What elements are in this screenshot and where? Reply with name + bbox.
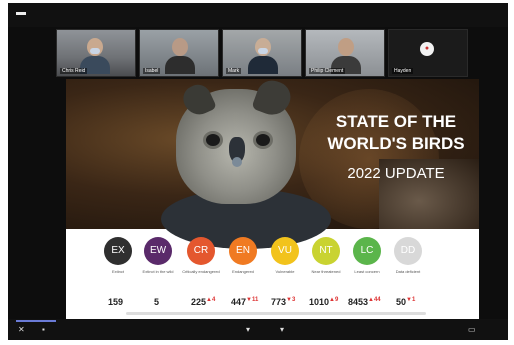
participant-tile[interactable]: Chris Reid — [56, 29, 136, 77]
slide-footnote — [126, 312, 426, 315]
category-nt: NT — [312, 237, 340, 265]
participant-name: Hayden — [392, 68, 414, 74]
category-label: Extinct in the wild — [142, 269, 174, 274]
top-bar — [8, 3, 508, 27]
participant-tile[interactable]: Isabel — [139, 29, 219, 77]
bottom-bar: ✕ ▪ ▾ ▾ ▭ — [8, 319, 508, 340]
category-en: EN — [229, 237, 257, 265]
participant-tile[interactable]: Mark — [222, 29, 302, 77]
participant-name: Isabel — [143, 68, 161, 74]
category-label: Endangered — [232, 269, 254, 274]
harpy-eagle-photo: STATE OF THE WORLD'S BIRDS 2022 UPDATE — [66, 79, 479, 249]
category-label: Data deficient — [395, 269, 421, 274]
title-line-2: WORLD'S BIRDS — [327, 134, 465, 153]
category-label: Extinct — [111, 269, 124, 274]
count-ew: 5 — [154, 297, 160, 307]
count-en: 447▼11 — [231, 297, 259, 307]
video-call-window: Chris Reid Isabel Mark Philip Clement ● … — [8, 3, 508, 340]
mic-icon[interactable]: ✕ — [18, 325, 25, 334]
category-cr: CR — [187, 237, 215, 265]
category-dd: DD — [394, 237, 422, 265]
minimize-icon[interactable] — [16, 12, 26, 15]
category-label: Near threatened — [311, 269, 341, 274]
count-dd: 50▼1 — [396, 297, 416, 307]
category-ex: EX — [104, 237, 132, 265]
share-icon[interactable]: ▾ — [280, 325, 284, 334]
slide-title: STATE OF THE WORLD'S BIRDS 2022 UPDATE — [316, 111, 476, 185]
progress-bar — [16, 320, 56, 322]
participant-name: Philip Clement — [309, 68, 346, 74]
category-ew: EW — [144, 237, 172, 265]
count-lc: 8453▲44 — [348, 297, 381, 307]
chat-icon[interactable]: ▾ — [246, 325, 250, 334]
category-vu: VU — [271, 237, 299, 265]
count-ex: 159 — [108, 297, 124, 307]
count-cr: 225▲4 — [191, 297, 216, 307]
count-nt: 1010▲9 — [309, 297, 339, 307]
camera-icon[interactable]: ▪ — [42, 325, 45, 334]
participant-tile[interactable]: Philip Clement — [305, 29, 385, 77]
participant-tile[interactable]: ● Hayden — [388, 29, 468, 77]
participant-name: Mark — [226, 68, 242, 74]
fullscreen-icon[interactable]: ▭ — [468, 325, 476, 334]
count-vu: 773▼3 — [271, 297, 296, 307]
participant-strip: Chris Reid Isabel Mark Philip Clement ● … — [56, 29, 468, 79]
participant-name: Chris Reid — [60, 68, 88, 74]
category-label: Least concern — [354, 269, 380, 274]
title-line-1: STATE OF THE — [335, 112, 457, 131]
category-lc: LC — [353, 237, 381, 265]
category-label: Critically endangered — [182, 269, 220, 274]
shared-slide: STATE OF THE WORLD'S BIRDS 2022 UPDATE E… — [66, 79, 479, 319]
avatar: ● — [420, 42, 434, 56]
title-line-3: 2022 UPDATE — [347, 165, 445, 182]
category-label: Vulnerable — [275, 269, 295, 274]
